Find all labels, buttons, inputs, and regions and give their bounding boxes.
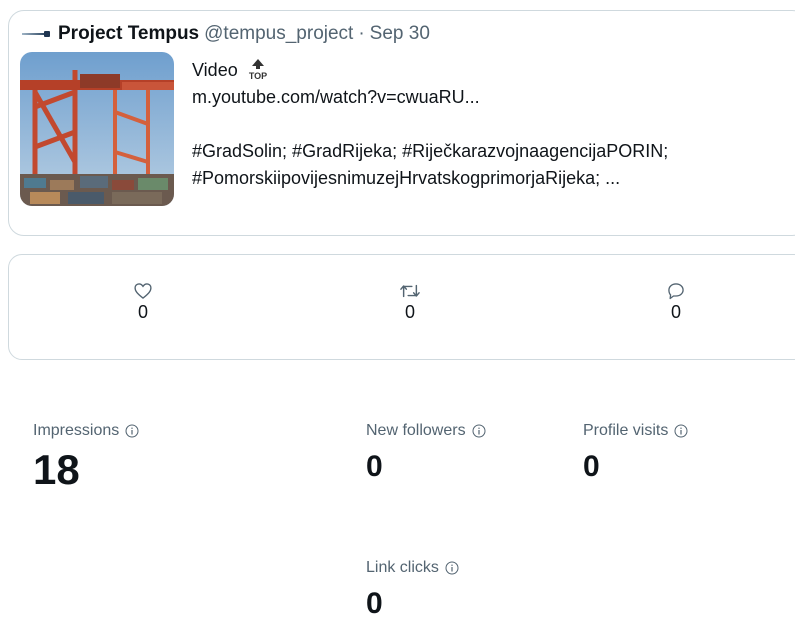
top-badge-icon: TOP xyxy=(244,58,272,81)
likes-count: 0 xyxy=(137,302,148,322)
new-followers-metric: New followers 0 xyxy=(366,422,486,486)
info-icon[interactable] xyxy=(674,424,688,438)
tweet-date[interactable]: Sep 30 xyxy=(370,23,430,45)
top-badge-text: TOP xyxy=(249,71,267,80)
link-clicks-metric: Link clicks 0 xyxy=(366,559,459,623)
impressions-label: Impressions xyxy=(33,422,120,439)
impressions-value: 18 xyxy=(33,446,80,493)
author-avatar xyxy=(22,30,52,38)
new-followers-value: 0 xyxy=(366,450,383,483)
author-handle[interactable]: @tempus_project xyxy=(204,23,353,45)
tweet-header: Project Tempus @tempus_project · Sep 30 xyxy=(22,22,430,46)
info-icon[interactable] xyxy=(125,424,139,438)
video-thumbnail[interactable] xyxy=(20,52,174,206)
profile-visits-label: Profile visits xyxy=(583,422,669,439)
tweet-hashtags-line-2[interactable]: #PomorskiipovijesnimuzejHrvatskogprimorj… xyxy=(192,165,792,192)
replies-count: 0 xyxy=(670,302,681,322)
info-icon[interactable] xyxy=(445,561,459,575)
author-name[interactable]: Project Tempus xyxy=(58,23,199,45)
replies-stat[interactable]: 0 xyxy=(646,281,706,323)
new-followers-label: New followers xyxy=(366,422,466,439)
impressions-metric: Impressions 18 xyxy=(33,422,139,494)
header-separator: · xyxy=(358,23,365,44)
link-clicks-value: 0 xyxy=(366,587,383,620)
retweet-icon xyxy=(400,284,420,298)
retweets-count: 0 xyxy=(404,302,415,322)
tweet-link[interactable]: m.youtube.com/watch?v=cwuaRU... xyxy=(192,84,792,111)
tweet-video-label: Video xyxy=(192,60,238,80)
engagement-card: 0 0 0 xyxy=(8,254,795,360)
tweet-text: Video TOP m.youtube.com/watch?v=cwuaRU...… xyxy=(192,57,792,192)
likes-stat[interactable]: 0 xyxy=(113,281,173,323)
profile-visits-metric: Profile visits 0 xyxy=(583,422,688,486)
tweet-text-line-1: Video TOP xyxy=(192,57,792,84)
port-cranes-image xyxy=(20,52,174,206)
link-clicks-label: Link clicks xyxy=(366,559,439,576)
tweet-hashtags-line-1[interactable]: #GradSolin; #GradRijeka; #Riječkarazvojn… xyxy=(192,138,792,165)
reply-icon xyxy=(668,283,684,300)
heart-icon xyxy=(134,283,152,299)
retweets-stat[interactable]: 0 xyxy=(380,281,440,323)
info-icon[interactable] xyxy=(472,424,486,438)
profile-visits-value: 0 xyxy=(583,450,600,483)
